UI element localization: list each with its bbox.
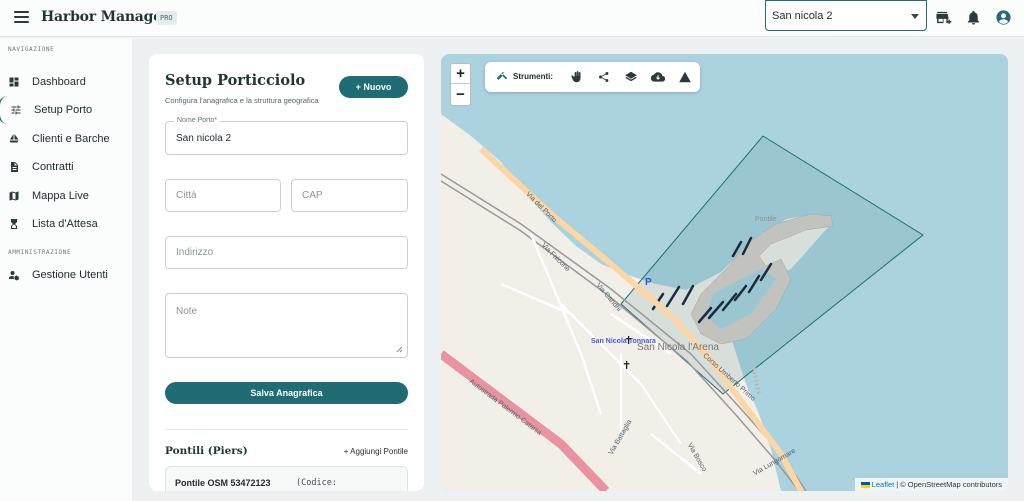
hourglass-icon [11, 219, 17, 229]
attribution-separator: | [896, 480, 899, 489]
triangle-icon[interactable] [678, 70, 692, 84]
zoom-control: + − [450, 63, 471, 106]
map-tools-toolbar: Strumenti: [485, 62, 700, 92]
document-icon [11, 162, 18, 172]
sidebar-item-label: Gestione Utenti [32, 269, 108, 281]
address-placeholder: Indirizzo [176, 247, 214, 258]
layers-icon[interactable] [624, 70, 638, 84]
sidebar-item-label: Dashboard [32, 76, 86, 88]
church-icon: ✝ [624, 335, 634, 347]
parking-label: P [645, 277, 652, 288]
map-icon [9, 191, 19, 201]
sidebar-item-contratti[interactable]: Contratti [0, 155, 132, 179]
resize-handle-icon[interactable] [396, 346, 403, 353]
osm-credit: © OpenStreetMap contributors [900, 480, 1002, 489]
section-label-admin: AMMINISTRAZIONE [8, 249, 72, 256]
pro-badge: PRO [156, 11, 177, 25]
dashboard-icon [9, 77, 19, 87]
church-icon-2: ✝ [622, 360, 632, 372]
cap-field[interactable]: CAP [291, 179, 408, 212]
save-button[interactable]: Salva Anagrafica [165, 382, 408, 404]
sidebar-item-mappa-live[interactable]: Mappa Live [0, 184, 132, 208]
sidebar: NAVIGAZIONE Dashboard Setup Porto Client… [0, 38, 132, 501]
tune-icon [11, 105, 21, 115]
page-title: Setup Porticciolo [165, 72, 306, 89]
sailing-icon [9, 134, 19, 143]
address-field[interactable]: Indirizzo [165, 236, 408, 269]
manage-users-icon [9, 271, 20, 281]
port-name-value: San nicola 2 [176, 132, 232, 144]
sidebar-item-label: Lista d'Attesa [32, 218, 98, 230]
hand-icon[interactable] [570, 70, 584, 84]
port-name-field[interactable]: Nome Porto* San nicola 2 [165, 117, 408, 155]
sidebar-item-label: Setup Porto [34, 104, 93, 116]
tools-label: Strumenti: [513, 72, 553, 81]
top-bar: Harbor Manager PRO San nicola 2 [0, 0, 1024, 37]
section-label-navigation: NAVIGAZIONE [8, 46, 55, 53]
port-name-label: Nome Porto* [174, 117, 221, 124]
setup-card: Setup Porticciolo Configura l'anagrafica… [149, 54, 424, 491]
page-subtitle: Configura l'anagrafica e la struttura ge… [165, 96, 319, 105]
account-icon[interactable] [995, 9, 1012, 26]
zoom-in-button[interactable]: + [451, 64, 470, 84]
sidebar-item-label: Contratti [32, 161, 74, 173]
pier-name: Pontile OSM 53472123 [175, 478, 271, 488]
chevron-down-icon [911, 14, 919, 19]
flag-icon [860, 482, 870, 488]
bell-icon[interactable] [965, 9, 982, 26]
city-field[interactable]: Città [165, 179, 281, 212]
new-port-button[interactable]: + Nuovo [339, 76, 408, 98]
pier-map-label: Pontile [755, 216, 777, 223]
notes-placeholder: Note [176, 306, 198, 317]
add-business-icon[interactable] [935, 9, 952, 26]
sidebar-item-setup-porto[interactable]: Setup Porto [0, 98, 132, 122]
port-select-value: San nicola 2 [772, 10, 833, 22]
hammer-icon[interactable] [495, 70, 509, 84]
port-select[interactable]: San nicola 2 [765, 0, 927, 31]
polyline-icon[interactable] [597, 70, 611, 84]
divider [165, 429, 408, 430]
active-indicator [0, 96, 8, 124]
cap-placeholder: CAP [302, 190, 323, 201]
sidebar-item-dashboard[interactable]: Dashboard [0, 70, 132, 94]
pier-card[interactable]: Pontile OSM 53472123 (Codice: [165, 466, 408, 491]
map-panel[interactable]: P San Nicola l'Arena San Nicola Tonnara … [441, 54, 1008, 491]
sidebar-item-lista-attesa[interactable]: Lista d'Attesa [0, 212, 132, 236]
menu-icon[interactable] [14, 11, 29, 23]
piers-title: Pontili (Piers) [165, 445, 248, 457]
notes-field[interactable]: Note [165, 293, 408, 358]
sidebar-item-label: Clienti e Barche [32, 133, 110, 145]
map-attribution: Leaflet | © OpenStreetMap contributors [854, 478, 1008, 491]
jetty [751, 363, 761, 395]
add-pier-button[interactable]: + Aggiungi Pontile [344, 447, 408, 456]
sidebar-item-label: Mappa Live [32, 190, 89, 202]
zoom-out-button[interactable]: − [451, 84, 470, 104]
pier-code: (Codice: [296, 478, 337, 488]
city-placeholder: Città [176, 190, 197, 201]
cloud-download-icon[interactable] [651, 70, 665, 84]
sidebar-item-gestione-utenti[interactable]: Gestione Utenti [0, 263, 132, 287]
app-brand: Harbor Manager [41, 9, 170, 25]
sidebar-item-clienti-barche[interactable]: Clienti e Barche [0, 127, 132, 151]
leaflet-link[interactable]: Leaflet [872, 480, 895, 489]
